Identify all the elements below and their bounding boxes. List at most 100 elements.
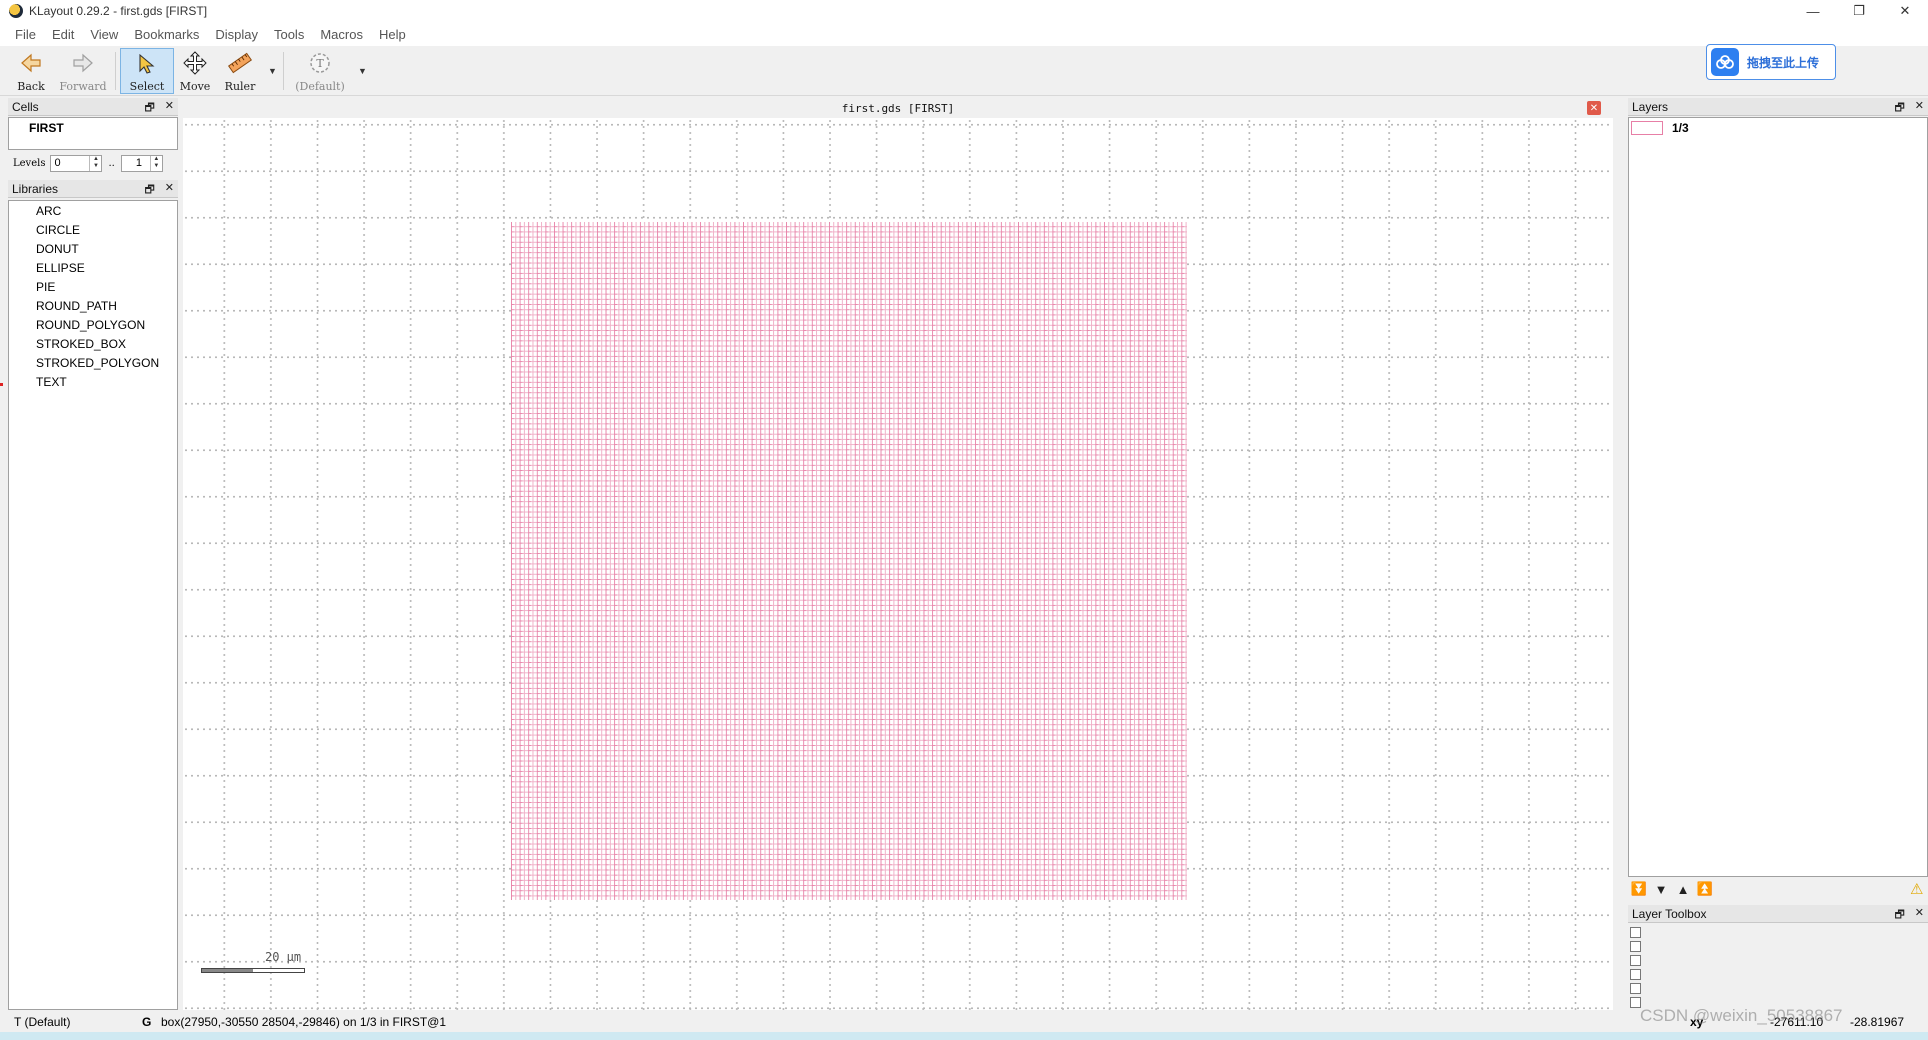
back-button[interactable]: Back — [14, 48, 48, 94]
toolbox-section[interactable] — [1630, 982, 1641, 995]
scale-bar — [201, 968, 305, 973]
csdn-watermark: CSDN @weixin_50538867 — [1640, 1006, 1843, 1025]
library-item-donut[interactable]: DONUT — [36, 242, 79, 256]
layer-order-toolbar: ⏬ ▼ ▲ ⏫ — [1628, 880, 1928, 902]
layer-toolbox — [1628, 924, 1928, 1010]
default-text-tool-button[interactable]: T (Default) — [290, 48, 350, 94]
expand-checkbox[interactable] — [1630, 955, 1641, 966]
library-item-stroked-box[interactable]: STROKED_BOX — [36, 337, 126, 351]
layers-dock-header: Layers 🗗 ✕ — [1628, 98, 1928, 116]
main-toolbar: Back Forward Select Move Ruler ▼ T (Defa… — [0, 46, 1928, 96]
ruler-icon — [227, 50, 253, 76]
layout-view-tab[interactable]: first.gds [FIRST] ✕ — [183, 98, 1613, 118]
menu-display[interactable]: Display — [215, 27, 258, 42]
close-dock-icon[interactable]: ✕ — [1915, 906, 1924, 925]
cells-tree: FIRST — [8, 117, 178, 150]
move-layer-bottom-icon[interactable]: ⏬ — [1630, 880, 1648, 898]
layer-item[interactable]: 1/3 — [1631, 121, 1689, 135]
cloud-upload-icon — [1711, 48, 1739, 76]
edge-marker — [0, 383, 3, 386]
toolbox-section[interactable] — [1630, 954, 1641, 967]
levels-control: Levels 0 ▲ ▼ .. 1 ▲ ▼ — [8, 152, 178, 174]
level-to-spinbox[interactable]: 1 ▲ ▼ — [120, 154, 163, 172]
ruler-tool-button[interactable]: Ruler — [222, 48, 258, 94]
libraries-list: ARC CIRCLE DONUT ELLIPSE PIE ROUND_PATH … — [8, 200, 178, 1010]
levels-label: Levels — [13, 157, 46, 169]
library-item-round-polygon[interactable]: ROUND_POLYGON — [36, 318, 145, 332]
status-mode: T (Default) — [14, 1015, 71, 1029]
library-item-round-path[interactable]: ROUND_PATH — [36, 299, 117, 313]
forward-button[interactable]: Forward — [59, 48, 107, 94]
library-item-arc[interactable]: ARC — [36, 204, 61, 218]
menu-bookmarks[interactable]: Bookmarks — [134, 27, 199, 42]
layout-canvas[interactable]: 20 µm — [183, 118, 1613, 1010]
layer-color-swatch[interactable] — [1631, 121, 1663, 135]
toolbox-section[interactable] — [1630, 968, 1641, 981]
move-arrows-icon — [182, 50, 208, 76]
menu-help[interactable]: Help — [379, 27, 406, 42]
toolbox-section[interactable] — [1630, 926, 1641, 939]
float-dock-icon[interactable]: 🗗 — [144, 181, 154, 200]
expand-checkbox[interactable] — [1630, 927, 1641, 938]
taskbar-strip — [0, 1032, 1928, 1040]
klayout-app-icon — [9, 4, 23, 18]
close-view-icon[interactable]: ✕ — [1587, 101, 1601, 115]
maximize-button[interactable]: ❐ — [1836, 0, 1882, 22]
minimize-button[interactable]: — — [1790, 0, 1836, 22]
move-layer-up-icon[interactable]: ▲ — [1674, 880, 1692, 898]
layers-dock-title: Layers — [1632, 99, 1669, 114]
svg-text:T: T — [316, 57, 324, 70]
menu-file[interactable]: File — [15, 27, 36, 42]
window-title: KLayout 0.29.2 - first.gds [FIRST] — [29, 4, 208, 18]
menu-macros[interactable]: Macros — [320, 27, 363, 42]
window-controls: — ❐ ✕ — [1790, 0, 1928, 22]
spin-arrows-icon[interactable]: ▲ ▼ — [149, 155, 162, 171]
back-arrow-icon — [18, 50, 44, 76]
ruler-dropdown-icon[interactable]: ▼ — [268, 66, 277, 76]
float-dock-icon[interactable]: 🗗 — [1894, 906, 1904, 925]
layout-view-title: first.gds [FIRST] — [841, 101, 955, 115]
select-tool-button[interactable]: Select — [120, 48, 174, 94]
toolbar-separator — [283, 52, 284, 90]
warning-icon[interactable]: ⚠ — [1910, 880, 1923, 898]
level-from-spinbox[interactable]: 0 ▲ ▼ — [50, 154, 103, 172]
status-bar: T (Default) G box(27950,-30550 28504,-29… — [0, 1012, 1928, 1032]
upload-drop-button[interactable]: 拖拽至此上传 — [1706, 44, 1836, 80]
spin-arrows-icon[interactable]: ▲ ▼ — [89, 155, 101, 171]
close-dock-icon[interactable]: ✕ — [165, 99, 174, 118]
library-item-ellipse[interactable]: ELLIPSE — [36, 261, 85, 275]
menu-bar: File Edit View Bookmarks Display Tools M… — [0, 22, 1928, 46]
move-tool-button[interactable]: Move — [178, 48, 212, 94]
layers-list: 1/3 — [1628, 117, 1928, 877]
move-layer-top-icon[interactable]: ⏫ — [1696, 880, 1714, 898]
close-window-button[interactable]: ✕ — [1882, 0, 1928, 22]
cell-item-first[interactable]: FIRST — [29, 121, 64, 135]
cells-dock-title: Cells — [12, 99, 39, 114]
float-dock-icon[interactable]: 🗗 — [1894, 99, 1904, 118]
expand-checkbox[interactable] — [1630, 983, 1641, 994]
close-dock-icon[interactable]: ✕ — [1915, 99, 1924, 118]
library-item-text[interactable]: TEXT — [36, 375, 67, 389]
layer-name: 1/3 — [1672, 121, 1689, 135]
toolbox-section[interactable] — [1630, 940, 1641, 953]
expand-checkbox[interactable] — [1630, 941, 1641, 952]
text-gear-icon: T — [307, 50, 333, 76]
expand-checkbox[interactable] — [1630, 969, 1641, 980]
cells-dock-header: Cells 🗗 ✕ — [8, 98, 178, 116]
menu-view[interactable]: View — [90, 27, 118, 42]
default-dropdown-icon[interactable]: ▼ — [358, 66, 367, 76]
libraries-dock-header: Libraries 🗗 ✕ — [8, 180, 178, 198]
move-layer-down-icon[interactable]: ▼ — [1652, 880, 1670, 898]
toolbar-separator — [115, 52, 116, 90]
layer-1-3-box-array[interactable] — [511, 222, 1187, 900]
scale-label: 20 µm — [265, 950, 302, 964]
float-dock-icon[interactable]: 🗗 — [144, 99, 154, 118]
close-dock-icon[interactable]: ✕ — [165, 181, 174, 200]
menu-edit[interactable]: Edit — [52, 27, 74, 42]
menu-tools[interactable]: Tools — [274, 27, 304, 42]
library-item-circle[interactable]: CIRCLE — [36, 223, 80, 237]
level-separator: .. — [108, 157, 115, 169]
libraries-dock-title: Libraries — [12, 181, 59, 196]
library-item-stroked-polygon[interactable]: STROKED_POLYGON — [36, 356, 159, 370]
library-item-pie[interactable]: PIE — [36, 280, 55, 294]
